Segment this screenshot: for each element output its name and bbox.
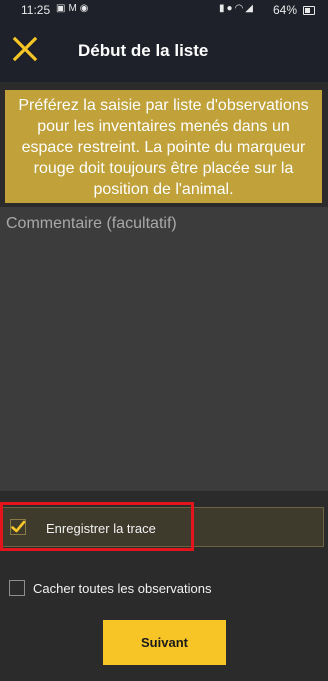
signal-icon: ◢ — [245, 3, 255, 14]
next-button[interactable]: Suivant — [103, 620, 226, 665]
status-bar: 11:25 ▣M◉ ▮●◠◢ 64% — [0, 0, 328, 20]
info-notice: Préférez la saisie par liste d'observati… — [5, 90, 322, 203]
system-icons: ▮●◠◢ — [219, 3, 255, 14]
hide-observations-checkbox[interactable] — [9, 580, 25, 596]
page-title: Début de la liste — [78, 41, 209, 60]
hide-observations-checkbox-row[interactable]: Cacher toutes les observations — [0, 577, 328, 601]
location-icon: ● — [226, 3, 235, 14]
status-time: 11:25 — [21, 3, 51, 17]
close-button[interactable] — [8, 32, 42, 66]
hide-observations-label: Cacher toutes les observations — [33, 581, 212, 596]
sync-icon: ◉ — [79, 3, 92, 14]
battery-icon — [303, 6, 315, 15]
record-trace-label: Enregistrer la trace — [46, 521, 156, 536]
record-trace-checkbox-row[interactable]: Enregistrer la trace — [0, 507, 324, 547]
checkmark-icon — [11, 520, 26, 533]
battery-saver-icon: ▮ — [219, 3, 227, 14]
app-bar: Début de la liste — [0, 20, 328, 82]
comment-field-container — [0, 207, 328, 491]
notification-icons: ▣M◉ — [56, 3, 92, 14]
battery-percent: 64% — [273, 3, 298, 17]
gmail-icon: M — [68, 3, 80, 14]
close-icon[interactable] — [8, 32, 42, 66]
image-icon: ▣ — [56, 3, 69, 14]
comment-input[interactable] — [0, 207, 328, 491]
wifi-icon: ◠ — [234, 3, 246, 14]
record-trace-checkbox[interactable] — [10, 519, 26, 535]
